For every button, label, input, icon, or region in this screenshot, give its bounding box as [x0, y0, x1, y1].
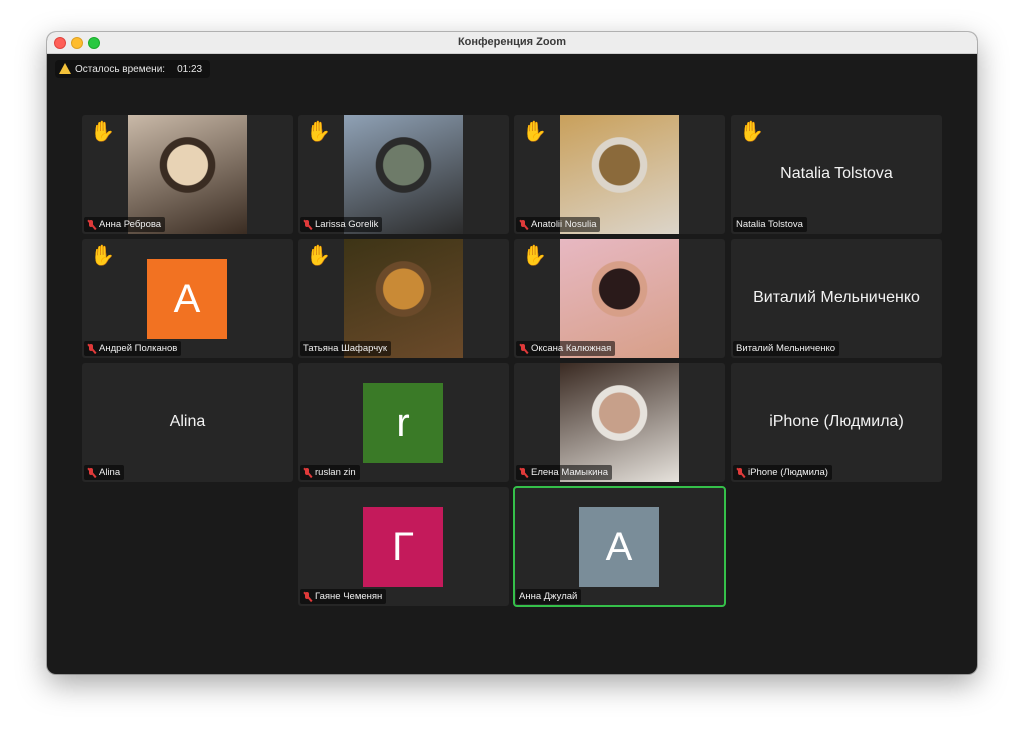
participant-name: Виталий Мельниченко	[736, 343, 836, 354]
raised-hand-icon: ✋	[522, 245, 547, 267]
participant-name-tag: Alina	[84, 465, 125, 480]
participant-name: Оксана Калюжная	[531, 343, 612, 354]
participant-tile[interactable]: A ✋ Андрей Полканов	[82, 239, 293, 358]
participant-name-tag: Виталий Мельниченко	[733, 341, 840, 356]
participant-name: Гаяне Чеменян	[315, 591, 383, 602]
raised-hand-icon: ✋	[306, 245, 331, 267]
participant-name-tag: Гаяне Чеменян	[300, 589, 387, 604]
time-remaining-banner: Осталось времени: 01:23	[55, 60, 211, 78]
mic-muted-icon	[736, 467, 745, 478]
participant-name: Андрей Полканов	[99, 343, 178, 354]
participant-tile[interactable]: ✋ Larissa Gorelik	[298, 115, 509, 234]
participant-tile[interactable]: Виталий Мельниченко Виталий Мельниченко	[731, 239, 942, 358]
time-remaining-value: 01:23	[177, 63, 203, 75]
mic-muted-icon	[303, 219, 312, 230]
participant-tile[interactable]: iPhone (Людмила) iPhone (Людмила)	[731, 363, 942, 482]
participant-name-tag: ruslan zin	[300, 465, 360, 480]
raised-hand-icon: ✋	[90, 121, 115, 143]
participant-tile[interactable]: ✋ Оксана Калюжная	[514, 239, 725, 358]
mic-muted-icon	[87, 343, 96, 354]
participant-name: Natalia Tolstova	[736, 219, 803, 230]
participant-name-tag: Anatolii Nosulia	[516, 217, 601, 232]
participant-name-tag: Татьяна Шафарчук	[300, 341, 392, 356]
participant-name: Татьяна Шафарчук	[303, 343, 388, 354]
participant-tile[interactable]: A Анна Джулай	[513, 486, 726, 607]
participant-name: Larissa Gorelik	[315, 219, 379, 230]
title-bar: Конференция Zoom	[47, 32, 977, 54]
participant-name-tag: Larissa Gorelik	[300, 217, 383, 232]
participant-display-name: iPhone (Людмила)	[769, 413, 904, 430]
raised-hand-icon: ✋	[522, 121, 547, 143]
participant-avatar: A	[579, 507, 659, 587]
participant-name: Анна Джулай	[519, 591, 578, 602]
participant-tile[interactable]: Natalia Tolstova ✋ Natalia Tolstova	[731, 115, 942, 234]
participant-tile[interactable]: ✋ Anatolii Nosulia	[514, 115, 725, 234]
mic-muted-icon	[303, 467, 312, 478]
participant-name-tag: Андрей Полканов	[84, 341, 182, 356]
participant-name-tag: Елена Мамыкина	[516, 465, 612, 480]
time-remaining-label: Осталось времени:	[75, 63, 166, 75]
participant-tile[interactable]: ✋ Анна Реброва	[82, 115, 293, 234]
participant-name: Анна Реброва	[99, 219, 162, 230]
mic-muted-icon	[519, 219, 528, 230]
mic-muted-icon	[303, 591, 312, 602]
raised-hand-icon: ✋	[306, 121, 331, 143]
participant-name: Елена Мамыкина	[531, 467, 608, 478]
participant-name-tag: Анна Реброва	[84, 217, 166, 232]
participant-name: Alina	[99, 467, 121, 478]
participant-tile[interactable]: r ruslan zin	[298, 363, 509, 482]
participant-avatar: Г	[363, 507, 443, 587]
participant-tile[interactable]: Елена Мамыкина	[514, 363, 725, 482]
participant-display-name: Natalia Tolstova	[780, 165, 893, 182]
participant-avatar: r	[363, 383, 443, 463]
warning-icon	[59, 62, 71, 74]
participant-display-name: Виталий Мельниченко	[753, 289, 920, 306]
mic-muted-icon	[87, 219, 96, 230]
participant-name-tag: Анна Джулай	[516, 589, 582, 604]
participant-name-tag: Natalia Tolstova	[733, 217, 807, 232]
zoom-window: Конференция Zoom Осталось времени: 01:23…	[47, 32, 977, 674]
raised-hand-icon: ✋	[739, 121, 764, 143]
participant-name: ruslan zin	[315, 467, 356, 478]
raised-hand-icon: ✋	[90, 245, 115, 267]
mic-muted-icon	[519, 467, 528, 478]
participant-name: Anatolii Nosulia	[531, 219, 597, 230]
participant-display-name: Alina	[169, 413, 206, 430]
window-title: Конференция Zoom	[457, 36, 567, 48]
participant-avatar: A	[147, 259, 227, 339]
participant-name-tag: iPhone (Людмила)	[733, 465, 832, 480]
participant-name-tag: Оксана Калюжная	[516, 341, 616, 356]
mic-muted-icon	[87, 467, 96, 478]
participant-tile[interactable]: Г Гаяне Чеменян	[298, 487, 509, 606]
participant-tile[interactable]: Alina Alina	[82, 363, 293, 482]
mic-muted-icon	[519, 343, 528, 354]
participant-name: iPhone (Людмила)	[748, 467, 828, 478]
participant-tile[interactable]: ✋ Татьяна Шафарчук	[298, 239, 509, 358]
